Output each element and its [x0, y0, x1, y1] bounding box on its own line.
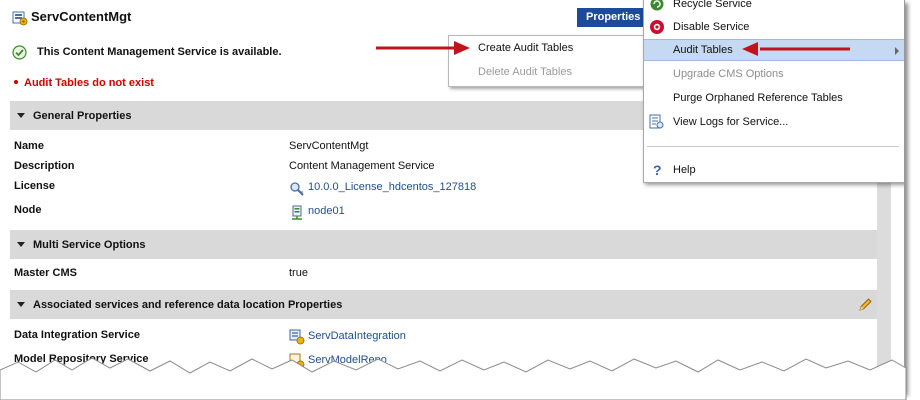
property-value: Content Management Service	[289, 160, 435, 172]
section-associated-services[interactable]: Associated services and reference data l…	[10, 290, 877, 319]
collapse-triangle-icon	[17, 113, 25, 118]
menu-item-label: Audit Tables	[673, 44, 733, 56]
section-label: General Properties	[33, 110, 132, 122]
actions-menu: Recycle Service Disable Service Audit Ta…	[643, 0, 904, 183]
menu-item-upgrade-cms-options[interactable]: Upgrade CMS Options	[644, 63, 904, 85]
license-key-icon	[289, 181, 305, 197]
property-key: License	[14, 180, 55, 192]
menu-separator	[647, 146, 899, 147]
menu-item-label: View Logs for Service...	[673, 116, 789, 128]
error-bullet	[14, 80, 18, 85]
property-value: true	[289, 267, 308, 279]
collapse-triangle-icon	[17, 242, 25, 247]
menu-item-label: Purge Orphaned Reference Tables	[673, 92, 843, 104]
section-label: Associated services and reference data l…	[33, 299, 343, 311]
error-message: Audit Tables do not exist	[14, 77, 154, 89]
property-key: Node	[14, 204, 42, 216]
property-key: Name	[14, 140, 44, 152]
property-key: Master CMS	[14, 267, 77, 279]
section-multi-service-options[interactable]: Multi Service Options	[10, 230, 877, 259]
menu-item-label: Upgrade CMS Options	[673, 68, 784, 80]
disable-icon	[649, 19, 665, 35]
menu-item-purge-orphaned-tables[interactable]: Purge Orphaned Reference Tables	[644, 87, 904, 109]
node-icon	[289, 205, 305, 221]
collapse-triangle-icon	[17, 302, 25, 307]
error-text: Audit Tables do not exist	[24, 77, 154, 89]
node-link[interactable]: node01	[308, 205, 345, 217]
menu-item-view-logs[interactable]: View Logs for Service...	[644, 111, 904, 133]
page-title: ServContentMgt	[31, 9, 132, 24]
delete-audit-tables-item[interactable]: Delete Audit Tables	[478, 66, 572, 78]
annotation-arrow-audit-tables	[742, 42, 850, 56]
property-row-node: Node node01	[10, 202, 877, 220]
status-message: This Content Management Service is avail…	[37, 46, 282, 58]
annotation-arrow-create	[376, 41, 470, 55]
content-management-service-icon	[12, 10, 28, 26]
menu-item-help[interactable]: ? Help	[644, 159, 904, 181]
menu-item-label: Disable Service	[673, 21, 750, 33]
view-logs-icon	[649, 114, 665, 130]
properties-button[interactable]: Properties	[577, 8, 647, 27]
menu-item-disable-service[interactable]: Disable Service	[644, 16, 904, 38]
license-link[interactable]: 10.0.0_License_hdcentos_127818	[308, 181, 476, 193]
chevron-right-icon	[895, 47, 899, 55]
menu-item-label: Help	[673, 164, 696, 176]
recycle-icon	[649, 0, 665, 12]
svg-text:?: ?	[653, 162, 662, 178]
section-label: Multi Service Options	[33, 239, 146, 251]
property-key: Description	[14, 160, 75, 172]
check-circle-icon	[12, 45, 27, 60]
torn-edge	[0, 357, 907, 400]
property-value: ServContentMgt	[289, 140, 369, 152]
help-icon: ?	[649, 162, 665, 178]
create-audit-tables-item[interactable]: Create Audit Tables	[478, 42, 573, 54]
edit-pencil-icon[interactable]	[857, 297, 873, 313]
menu-item-recycle-service[interactable]: Recycle Service	[644, 0, 904, 15]
menu-item-label: Recycle Service	[673, 0, 752, 10]
property-row-master-cms: Master CMS true	[10, 265, 877, 283]
